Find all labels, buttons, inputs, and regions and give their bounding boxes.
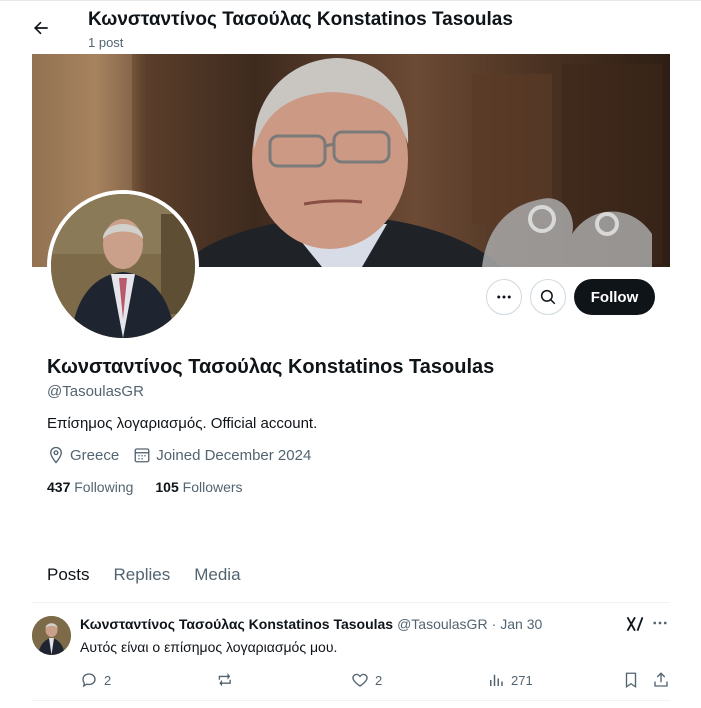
more-button[interactable] [486,279,522,315]
more-dots-icon [497,295,511,299]
repost-icon [218,673,231,687]
views-button[interactable]: 271 [487,670,533,690]
divider [32,700,670,701]
profile-display-name: Κωνσταντίνος Τασούλας Konstatinos Tasoul… [47,356,495,378]
tweet-more-button[interactable] [651,614,671,634]
top-bar: Κωνσταντίνος Τασούλας Konstatinos Tasoul… [0,0,701,54]
follow-stats: 437 Following 105 Followers [47,479,265,495]
reply-button[interactable]: 2 [80,670,111,690]
header-title: Κωνσταντίνος Τασούλας Konstatinos Tasoul… [88,9,513,30]
location-pin-icon [50,446,62,464]
profile-meta: Greece Joined December 2024 [47,446,325,464]
tab-posts[interactable]: Posts [47,565,90,585]
arrow-left-icon [34,21,48,35]
tweet-avatar[interactable] [32,616,71,655]
divider [32,602,670,603]
joined-date: Joined December 2024 [133,446,311,464]
location-text: Greece [70,446,120,464]
profile-tabs: Posts Replies Media [47,565,265,585]
tab-media[interactable]: Media [194,565,240,585]
profile-bio: Επίσημος λογαριασμός. Official account. [47,415,318,432]
bookmark-icon [625,672,637,689]
joined-text: Joined December 2024 [156,446,312,464]
followers-label: Followers [182,479,243,495]
heart-icon [352,673,368,687]
grok-button[interactable] [625,614,645,634]
tab-replies[interactable]: Replies [114,565,171,585]
more-dots-icon [653,621,667,625]
like-button[interactable]: 2 [351,670,382,690]
tweet-header: Κωνσταντίνος Τασούλας Konstatinos Tasoul… [80,616,542,632]
profile-avatar[interactable] [47,190,199,342]
following-link[interactable]: 437 Following [47,479,133,495]
reply-count: 2 [104,672,112,688]
tweet-text: Αυτός είναι ο επίσημος λογαριασμός μου. [80,639,338,655]
back-button[interactable] [26,13,56,43]
like-count: 2 [375,672,383,688]
tweet-author-handle[interactable]: @TasoulasGR [397,616,487,632]
tweet-date[interactable]: Jan 30 [500,616,542,632]
search-button[interactable] [530,279,566,315]
tweet-avatar-photo [32,616,71,655]
reply-icon [82,673,96,688]
post-count: 1 post [88,35,124,50]
avatar-photo [51,194,195,338]
location: Greece [47,446,119,464]
profile-handle: @TasoulasGR [47,383,144,400]
search-icon [540,289,556,305]
tweet-separator: · [491,616,497,632]
follow-button[interactable]: Follow [574,279,655,315]
following-count: 437 [47,479,71,495]
tweet-author-name[interactable]: Κωνσταντίνος Τασούλας Konstatinos Tasoul… [80,616,393,632]
repost-button[interactable] [216,670,240,690]
calendar-icon [134,448,150,463]
views-count: 271 [511,672,533,688]
following-label: Following [74,479,134,495]
grok-icon [626,616,644,632]
share-button[interactable] [652,670,676,690]
views-chart-icon [490,674,503,686]
share-icon [654,672,668,687]
bookmark-button[interactable] [622,670,646,690]
followers-link[interactable]: 105 Followers [155,479,242,495]
followers-count: 105 [155,479,179,495]
